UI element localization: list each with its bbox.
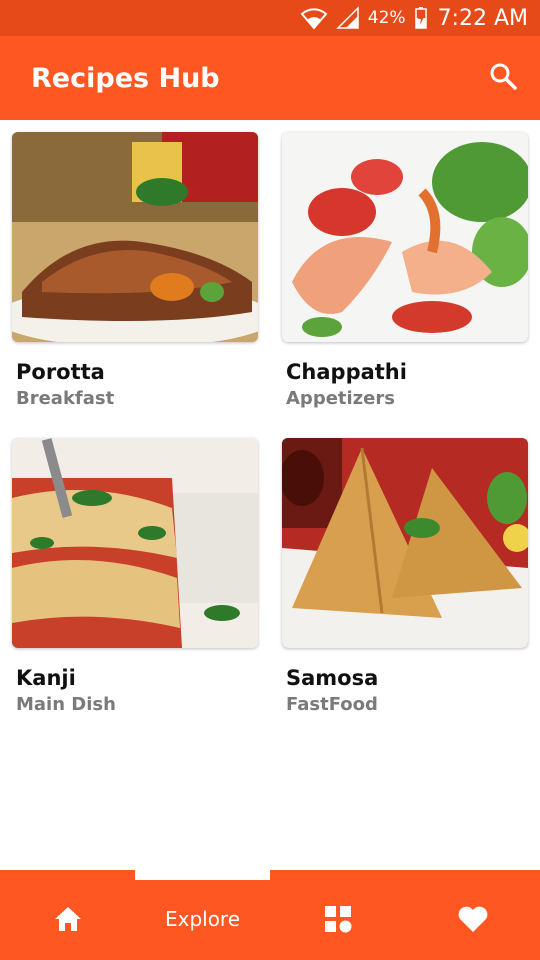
recipe-category: Appetizers <box>286 388 395 409</box>
app-title: Recipes Hub <box>31 62 220 94</box>
recipe-name: Porotta <box>16 360 105 384</box>
selected-indicator <box>135 870 270 880</box>
recipe-card[interactable]: Samosa FastFood <box>282 438 528 715</box>
app-root: 42% 7:22 AM Recipes Hub Porotta Breakfas… <box>0 0 540 960</box>
app-bar: Recipes Hub <box>0 36 540 120</box>
recipe-grid: Porotta Breakfast Chappathi Appetizers K… <box>0 120 540 870</box>
status-bar: 42% 7:22 AM <box>0 0 540 36</box>
nav-categories[interactable] <box>270 870 405 960</box>
heart-icon <box>457 905 489 933</box>
status-time: 7:22 AM <box>437 5 528 31</box>
nav-explore[interactable]: Explore <box>135 870 270 960</box>
signal-icon <box>335 6 360 30</box>
bottom-nav: Explore <box>0 870 540 960</box>
home-icon <box>53 905 83 933</box>
recipe-name: Chappathi <box>286 360 407 384</box>
recipe-name: Kanji <box>16 666 76 690</box>
recipe-category: FastFood <box>286 694 378 715</box>
battery-percent: 42% <box>367 8 406 28</box>
recipe-card[interactable]: Chappathi Appetizers <box>282 132 528 409</box>
grid-icon <box>323 904 353 934</box>
battery-charging-icon <box>414 6 428 30</box>
shrimp-salad-photo <box>282 132 528 342</box>
nav-home[interactable] <box>0 870 135 960</box>
nav-favorites[interactable] <box>405 870 540 960</box>
recipe-card[interactable]: Kanji Main Dish <box>12 438 258 715</box>
samosa-photo <box>282 438 528 648</box>
recipe-card[interactable]: Porotta Breakfast <box>12 132 258 409</box>
search-button[interactable] <box>486 61 520 95</box>
nav-explore-label: Explore <box>164 907 241 931</box>
wifi-icon <box>300 6 328 30</box>
search-icon <box>489 62 517 94</box>
lasagna-photo <box>12 438 258 648</box>
grilled-meat-photo <box>12 132 258 342</box>
recipe-category: Breakfast <box>16 388 115 409</box>
recipe-name: Samosa <box>286 666 379 690</box>
recipe-category: Main Dish <box>16 694 116 715</box>
